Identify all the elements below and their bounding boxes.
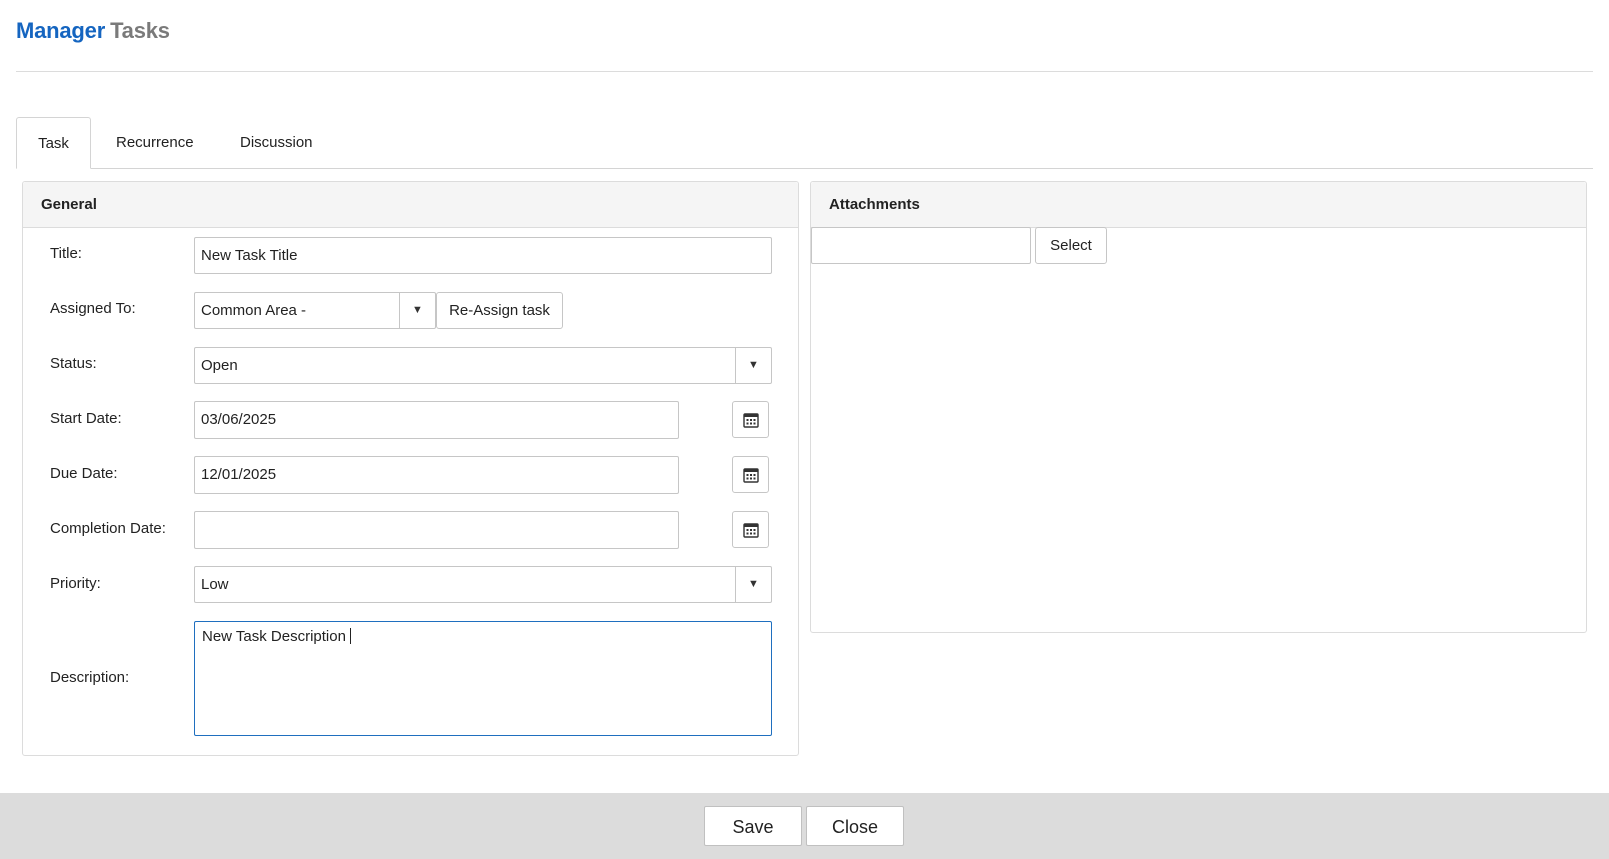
status-value: Open [201, 357, 238, 374]
due-date-picker-button[interactable] [732, 456, 769, 493]
due-date-label: Due Date: [50, 465, 118, 482]
tab-bar: Task Recurrence Discussion [16, 117, 1593, 169]
tab-discussion[interactable]: Discussion [240, 117, 313, 168]
completion-date-picker-button[interactable] [732, 511, 769, 548]
status-label: Status: [50, 355, 97, 372]
description-label: Description: [50, 669, 130, 686]
title-value: New Task Title [201, 247, 298, 264]
start-date-label: Start Date: [50, 410, 122, 427]
chevron-down-icon[interactable]: ▼ [735, 567, 771, 602]
calendar-icon [742, 467, 759, 483]
page-title: Manager Tasks [16, 18, 170, 44]
calendar-icon [742, 412, 759, 428]
completion-date-input[interactable] [194, 511, 679, 549]
footer-bar: Save Close [0, 793, 1609, 859]
chevron-down-icon[interactable]: ▼ [399, 293, 435, 328]
tab-recurrence[interactable]: Recurrence [116, 117, 194, 168]
tab-task[interactable]: Task [16, 117, 91, 169]
due-date-value: 12/01/2025 [201, 466, 277, 483]
title-input[interactable]: New Task Title [194, 237, 772, 274]
title-label: Title: [50, 245, 82, 262]
chevron-down-icon[interactable]: ▼ [735, 348, 771, 383]
header-divider [16, 71, 1593, 72]
attachments-heading: Attachments [811, 182, 1586, 228]
start-date-input[interactable]: 03/06/2025 [194, 401, 679, 439]
brand-secondary: Tasks [110, 18, 170, 43]
description-value: New Task Description [202, 628, 346, 645]
start-date-picker-button[interactable] [732, 401, 769, 438]
attachments-panel: Attachments Select [810, 181, 1587, 633]
general-heading: General [23, 182, 798, 228]
assigned-to-value: Common Area - [201, 302, 307, 319]
reassign-task-button[interactable]: Re-Assign task [436, 292, 563, 329]
brand-primary: Manager [16, 18, 106, 43]
assigned-to-select[interactable]: Common Area - ▼ [194, 292, 436, 329]
priority-value: Low [201, 576, 229, 593]
start-date-value: 03/06/2025 [201, 411, 277, 428]
general-panel: General Title: New Task Title Assigned T… [22, 181, 799, 756]
attachment-file-input[interactable] [811, 227, 1031, 264]
status-select[interactable]: Open ▼ [194, 347, 772, 384]
assigned-to-label: Assigned To: [50, 300, 136, 317]
text-caret [349, 628, 351, 644]
description-textarea[interactable]: New Task Description [194, 621, 772, 736]
due-date-input[interactable]: 12/01/2025 [194, 456, 679, 494]
calendar-icon [742, 522, 759, 538]
save-button[interactable]: Save [704, 806, 802, 846]
priority-select[interactable]: Low ▼ [194, 566, 772, 603]
priority-label: Priority: [50, 575, 101, 592]
close-button[interactable]: Close [806, 806, 904, 846]
completion-date-label: Completion Date: [50, 520, 166, 537]
select-file-button[interactable]: Select [1035, 227, 1107, 264]
